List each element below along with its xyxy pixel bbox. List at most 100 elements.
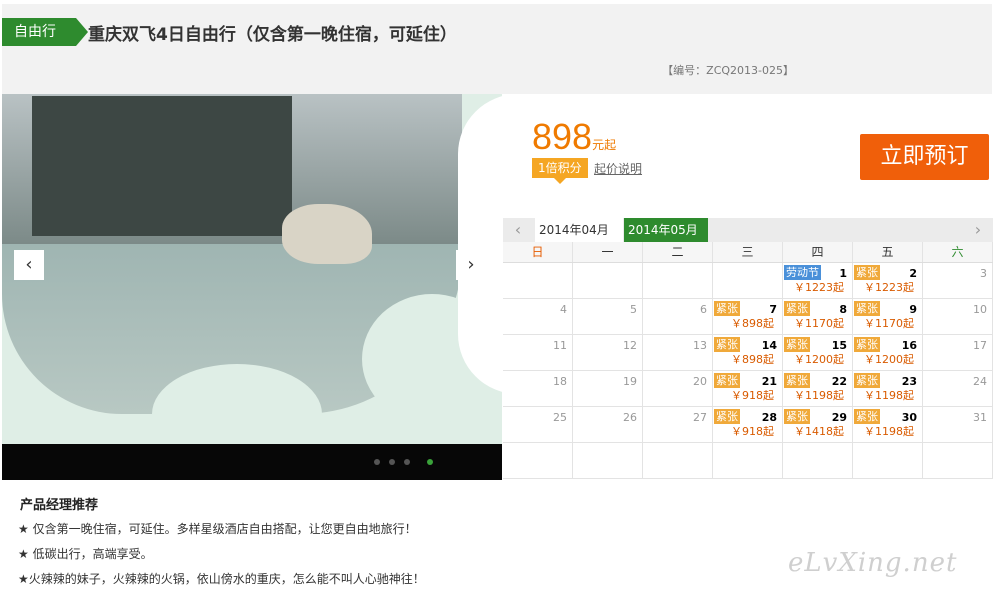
availability-badge: 紧张 bbox=[784, 337, 810, 352]
calendar-day-cell bbox=[853, 443, 923, 478]
availability-badge: 紧张 bbox=[854, 373, 880, 388]
chevron-left-icon: ‹ bbox=[25, 254, 33, 275]
calendar-day-price: ￥1223起 bbox=[794, 281, 844, 294]
calendar-day-cell: 31 bbox=[923, 407, 993, 442]
calendar-day-cell[interactable]: 30 紧张 ￥1198起 bbox=[853, 407, 923, 442]
weekday-label: 日 bbox=[503, 242, 573, 262]
availability-badge: 紧张 bbox=[714, 409, 740, 424]
gallery-dot[interactable] bbox=[404, 459, 410, 465]
calendar-day-cell: 24 bbox=[923, 371, 993, 406]
calendar-prev-button[interactable]: ‹ bbox=[503, 218, 533, 242]
calendar-day-number: 18 bbox=[553, 375, 567, 388]
weekday-label: 二 bbox=[643, 242, 713, 262]
calendar-nav: ‹ 2014年04月 2014年05月 › bbox=[503, 218, 993, 242]
calendar-next-button[interactable]: › bbox=[963, 218, 993, 242]
recommend-title: 产品经理推荐 bbox=[20, 498, 99, 513]
gallery-next-button[interactable]: › bbox=[456, 250, 486, 280]
calendar-day-cell[interactable]: 7 紧张 ￥898起 bbox=[713, 299, 783, 334]
availability-badge: 紧张 bbox=[714, 337, 740, 352]
availability-badge: 紧张 bbox=[784, 301, 810, 316]
calendar-day-cell: 27 bbox=[643, 407, 713, 442]
calendar-day-cell[interactable]: 22 紧张 ￥1198起 bbox=[783, 371, 853, 406]
book-now-button[interactable]: 立即预订 bbox=[860, 134, 989, 180]
calendar-day-cell: 3 bbox=[923, 263, 993, 298]
price-amount: 898 bbox=[532, 116, 593, 157]
calendar-day-number: 5 bbox=[630, 303, 637, 316]
gallery-prev-button[interactable]: ‹ bbox=[14, 250, 44, 280]
calendar-day-price: ￥1198起 bbox=[864, 425, 914, 438]
calendar-day-cell: 20 bbox=[643, 371, 713, 406]
calendar-day-price: ￥1418起 bbox=[794, 425, 844, 438]
calendar-day-cell: 17 bbox=[923, 335, 993, 370]
calendar-day-number: 27 bbox=[693, 411, 707, 424]
calendar-day-price: ￥918起 bbox=[731, 389, 774, 402]
calendar-week-row: 25 26 27 28 紧张 ￥918起 29 紧张 ￥1418起 30 紧张 ￥1198起 31 bbox=[503, 407, 993, 443]
calendar-day-price: ￥1170起 bbox=[864, 317, 914, 330]
month-tab-april[interactable]: 2014年04月 bbox=[535, 218, 623, 242]
availability-badge: 紧张 bbox=[854, 301, 880, 316]
weekday-label: 一 bbox=[573, 242, 643, 262]
calendar-day-cell: 4 bbox=[503, 299, 573, 334]
product-title: 重庆双飞4日自由行（仅含第一晚住宿，可延住） bbox=[88, 25, 457, 45]
calendar-day-cell: 10 bbox=[923, 299, 993, 334]
calendar-day-cell[interactable]: 29 紧张 ￥1418起 bbox=[783, 407, 853, 442]
recommend-line: ★火辣辣的妹子，火辣辣的火锅，依山傍水的重庆，怎么能不叫人心驰神往！ bbox=[18, 572, 425, 586]
calendar-day-cell bbox=[503, 263, 573, 298]
calendar-week-row: 4 5 6 7 紧张 ￥898起 8 紧张 ￥1170起 9 紧张 ￥1170起 10 bbox=[503, 299, 993, 335]
calendar-day-number: 24 bbox=[973, 375, 987, 388]
calendar-day-cell: 12 bbox=[573, 335, 643, 370]
price-calendar: 日 一 二 三 四 五 六 1 劳动节 ￥1223起 2 紧张 ￥1223起 3 4 5 6 7 紧张… bbox=[503, 242, 993, 480]
calendar-week-row: 1 劳动节 ￥1223起 2 紧张 ￥1223起 3 bbox=[503, 263, 993, 299]
availability-badge: 紧张 bbox=[714, 301, 740, 316]
calendar-day-cell[interactable]: 2 紧张 ￥1223起 bbox=[853, 263, 923, 298]
calendar-day-cell: 5 bbox=[573, 299, 643, 334]
calendar-day-cell: 6 bbox=[643, 299, 713, 334]
calendar-day-cell[interactable]: 28 紧张 ￥918起 bbox=[713, 407, 783, 442]
recommend-line: ★ 低碳出行，高端享受。 bbox=[18, 547, 153, 561]
month-tab-may[interactable]: 2014年05月 bbox=[624, 218, 708, 242]
availability-badge: 紧张 bbox=[854, 265, 880, 280]
calendar-day-cell[interactable]: 9 紧张 ￥1170起 bbox=[853, 299, 923, 334]
calendar-day-number: 4 bbox=[560, 303, 567, 316]
calendar-day-cell[interactable]: 15 紧张 ￥1200起 bbox=[783, 335, 853, 370]
calendar-day-number: 20 bbox=[693, 375, 707, 388]
calendar-day-cell: 19 bbox=[573, 371, 643, 406]
chevron-right-icon: › bbox=[974, 220, 982, 239]
category-tag: 自由行 bbox=[2, 18, 88, 46]
product-photo: ‹ › bbox=[2, 94, 502, 444]
product-header: 自由行 重庆双飞4日自由行（仅含第一晚住宿，可延住） 【编号：ZCQ2013-0… bbox=[2, 4, 992, 94]
gallery-dot[interactable] bbox=[374, 459, 380, 465]
calendar-day-number: 26 bbox=[623, 411, 637, 424]
weekday-label: 三 bbox=[713, 242, 783, 262]
calendar-day-cell bbox=[643, 263, 713, 298]
calendar-day-number: 17 bbox=[973, 339, 987, 352]
calendar-day-number: 11 bbox=[553, 339, 567, 352]
calendar-day-cell[interactable]: 21 紧张 ￥918起 bbox=[713, 371, 783, 406]
calendar-weekday-header: 日 一 二 三 四 五 六 bbox=[503, 242, 993, 263]
calendar-day-price: ￥918起 bbox=[731, 425, 774, 438]
calendar-day-cell[interactable]: 8 紧张 ￥1170起 bbox=[783, 299, 853, 334]
calendar-day-cell bbox=[503, 443, 573, 478]
photo-frame-edge bbox=[458, 94, 502, 394]
calendar-body: 1 劳动节 ￥1223起 2 紧张 ￥1223起 3 4 5 6 7 紧张 ￥898起 8 紧张 ￥1170起… bbox=[503, 263, 993, 479]
calendar-day-cell: 26 bbox=[573, 407, 643, 442]
calendar-day-cell: 11 bbox=[503, 335, 573, 370]
calendar-day-cell[interactable]: 1 劳动节 ￥1223起 bbox=[783, 263, 853, 298]
chevron-left-icon: ‹ bbox=[514, 220, 522, 239]
availability-badge: 紧张 bbox=[854, 337, 880, 352]
calendar-day-price: ￥1223起 bbox=[864, 281, 914, 294]
calendar-day-cell[interactable]: 14 紧张 ￥898起 bbox=[713, 335, 783, 370]
calendar-day-cell bbox=[783, 443, 853, 478]
gallery-dot-active[interactable] bbox=[427, 459, 433, 465]
price-block: 898元起 bbox=[532, 116, 616, 158]
calendar-day-cell[interactable]: 23 紧张 ￥1198起 bbox=[853, 371, 923, 406]
calendar-day-cell[interactable]: 16 紧张 ￥1200起 bbox=[853, 335, 923, 370]
price-explain-link[interactable]: 起价说明 bbox=[594, 160, 642, 177]
photo-building bbox=[32, 96, 292, 236]
gallery-dot[interactable] bbox=[389, 459, 395, 465]
calendar-day-cell: 18 bbox=[503, 371, 573, 406]
calendar-day-price: ￥898起 bbox=[731, 317, 774, 330]
points-badge: 1倍积分 bbox=[532, 158, 588, 184]
calendar-day-cell bbox=[573, 263, 643, 298]
calendar-day-number: 3 bbox=[980, 267, 987, 280]
